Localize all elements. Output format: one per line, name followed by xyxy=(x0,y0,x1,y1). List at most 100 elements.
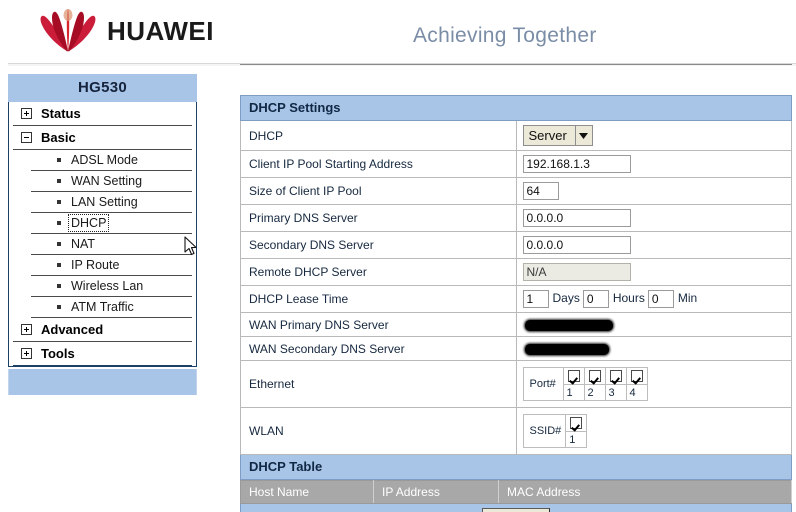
sidebar-item-wan-setting[interactable]: WAN Setting xyxy=(31,171,192,192)
dhcp-table-header-row: DHCP Table xyxy=(240,454,792,480)
column-host-name: Host Name xyxy=(240,480,374,504)
port-number: 1 xyxy=(562,384,585,401)
page-header: HUAWEI Achieving Together xyxy=(8,2,796,64)
pool-size-input[interactable] xyxy=(522,182,559,200)
plus-box-icon[interactable] xyxy=(21,108,32,119)
remote-dhcp-input xyxy=(522,263,631,281)
row-label: Client IP Pool Starting Address xyxy=(240,150,517,178)
row-value xyxy=(515,312,792,337)
bullet-icon xyxy=(57,158,61,162)
bullet-icon xyxy=(57,242,61,246)
lease-minutes-unit: Min xyxy=(677,291,698,306)
minus-box-icon[interactable] xyxy=(21,132,32,143)
sidebar-item-dhcp[interactable]: DHCP xyxy=(31,213,192,234)
row-value: Server xyxy=(515,120,792,151)
sidebar-item-label: NAT xyxy=(71,237,96,251)
sidebar-footer xyxy=(8,369,197,395)
submit-button[interactable]: Submit xyxy=(481,508,551,512)
sidebar-item-ip-route[interactable]: IP Route xyxy=(31,255,192,276)
port-4-cell[interactable] xyxy=(625,367,648,385)
row-secondary-dns: Secondary DNS Server xyxy=(240,231,792,259)
secondary-dns-input[interactable] xyxy=(522,236,631,254)
ssid-checkbox-row: SSID# xyxy=(522,414,588,448)
bullet-icon xyxy=(57,305,61,309)
row-value: SSID# 1 xyxy=(515,407,792,455)
row-value xyxy=(515,258,792,286)
submit-row: Submit xyxy=(240,503,792,512)
row-label: Ethernet xyxy=(240,360,517,408)
dhcp-settings-table: DHCP Settings DHCP Server Client IP Pool… xyxy=(240,95,792,480)
row-label: WLAN xyxy=(240,407,517,455)
lease-days-unit: Days xyxy=(552,291,580,306)
browser-page: HUAWEI Achieving Together HG530 Status B… xyxy=(0,0,796,512)
dhcp-settings-header-row: DHCP Settings xyxy=(240,95,792,121)
row-label: WAN Primary DNS Server xyxy=(240,312,517,337)
ssid-1-cell[interactable] xyxy=(565,414,588,432)
pool-start-input[interactable] xyxy=(522,155,631,173)
port-4-checkbox[interactable] xyxy=(630,370,643,383)
row-primary-dns: Primary DNS Server xyxy=(240,204,792,232)
sidebar-item-label: WAN Setting xyxy=(71,174,143,188)
row-pool-size: Size of Client IP Pool xyxy=(240,177,792,205)
port-2-cell[interactable] xyxy=(583,367,606,385)
dhcp-table-column-row: Host Name IP Address MAC Address xyxy=(240,480,792,504)
plus-box-icon[interactable] xyxy=(21,348,32,359)
lease-days-input[interactable] xyxy=(522,290,549,308)
sidebar-item-label: ADSL Mode xyxy=(71,153,138,167)
sidebar-item-nat[interactable]: NAT xyxy=(31,234,192,255)
lease-hours-input[interactable] xyxy=(582,290,609,308)
redaction-mark xyxy=(524,319,613,331)
plus-box-icon[interactable] xyxy=(21,324,32,335)
huawei-flower-logo-icon xyxy=(40,9,96,52)
sidebar-group-tools[interactable]: Tools xyxy=(13,342,192,366)
ssid-group-label: SSID# xyxy=(522,414,567,448)
primary-dns-input[interactable] xyxy=(522,209,631,227)
dhcp-lease-table: Host Name IP Address MAC Address Submit xyxy=(240,480,792,512)
sidebar-group-advanced[interactable]: Advanced xyxy=(13,318,192,342)
row-dhcp-mode: DHCP Server xyxy=(240,120,792,151)
port-number: 4 xyxy=(625,384,648,401)
row-wan-primary-dns: WAN Primary DNS Server xyxy=(240,312,792,337)
port-1-cell[interactable] xyxy=(562,367,585,385)
row-value xyxy=(515,336,792,361)
sidebar-menu: Status Basic ADSL Mode WAN Setting LAN S… xyxy=(8,102,197,367)
sidebar-item-label: IP Route xyxy=(71,258,120,272)
ssid-1-checkbox[interactable] xyxy=(570,417,583,430)
device-model-title: HG530 xyxy=(8,74,197,102)
port-1-checkbox[interactable] xyxy=(567,370,580,383)
row-label: Secondary DNS Server xyxy=(240,231,517,259)
sidebar-item-label: Wireless Lan xyxy=(71,279,144,293)
sidebar-group-basic[interactable]: Basic xyxy=(13,126,192,150)
row-wlan: WLAN SSID# 1 xyxy=(240,407,792,455)
port-number: 3 xyxy=(604,384,627,401)
port-3-checkbox[interactable] xyxy=(609,370,622,383)
sidebar-item-wireless-lan[interactable]: Wireless Lan xyxy=(31,276,192,297)
sidebar-group-label: Tools xyxy=(41,346,75,361)
sidebar-item-label: ATM Traffic xyxy=(71,300,134,314)
port-2-checkbox[interactable] xyxy=(588,370,601,383)
chevron-down-icon[interactable] xyxy=(574,126,592,145)
bullet-icon xyxy=(57,179,61,183)
column-ip-address: IP Address xyxy=(373,480,499,504)
sidebar-item-atm-traffic[interactable]: ATM Traffic xyxy=(31,297,192,318)
row-wan-secondary-dns: WAN Secondary DNS Server xyxy=(240,336,792,361)
row-value xyxy=(515,150,792,178)
lease-minutes-input[interactable] xyxy=(647,290,674,308)
row-value: Days Hours Min xyxy=(515,285,792,313)
dhcp-mode-select[interactable]: Server xyxy=(522,125,593,146)
port-checkbox-row: Port# xyxy=(522,367,648,401)
sidebar: HG530 Status Basic ADSL Mode WAN Setting… xyxy=(8,74,197,395)
sidebar-item-label: LAN Setting xyxy=(71,195,138,209)
sidebar-item-adsl-mode[interactable]: ADSL Mode xyxy=(31,150,192,171)
row-label: Size of Client IP Pool xyxy=(240,177,517,205)
ssid-number: 1 xyxy=(565,431,588,448)
sidebar-group-status[interactable]: Status xyxy=(13,102,192,126)
sidebar-item-lan-setting[interactable]: LAN Setting xyxy=(31,192,192,213)
row-ethernet: Ethernet Port# 1 2 3 4 xyxy=(240,360,792,408)
port-3-cell[interactable] xyxy=(604,367,627,385)
sidebar-item-label: DHCP xyxy=(67,214,110,232)
row-value xyxy=(515,204,792,232)
sidebar-group-label: Status xyxy=(41,106,81,121)
brand-name: HUAWEI xyxy=(107,16,214,46)
bullet-icon xyxy=(57,263,61,267)
